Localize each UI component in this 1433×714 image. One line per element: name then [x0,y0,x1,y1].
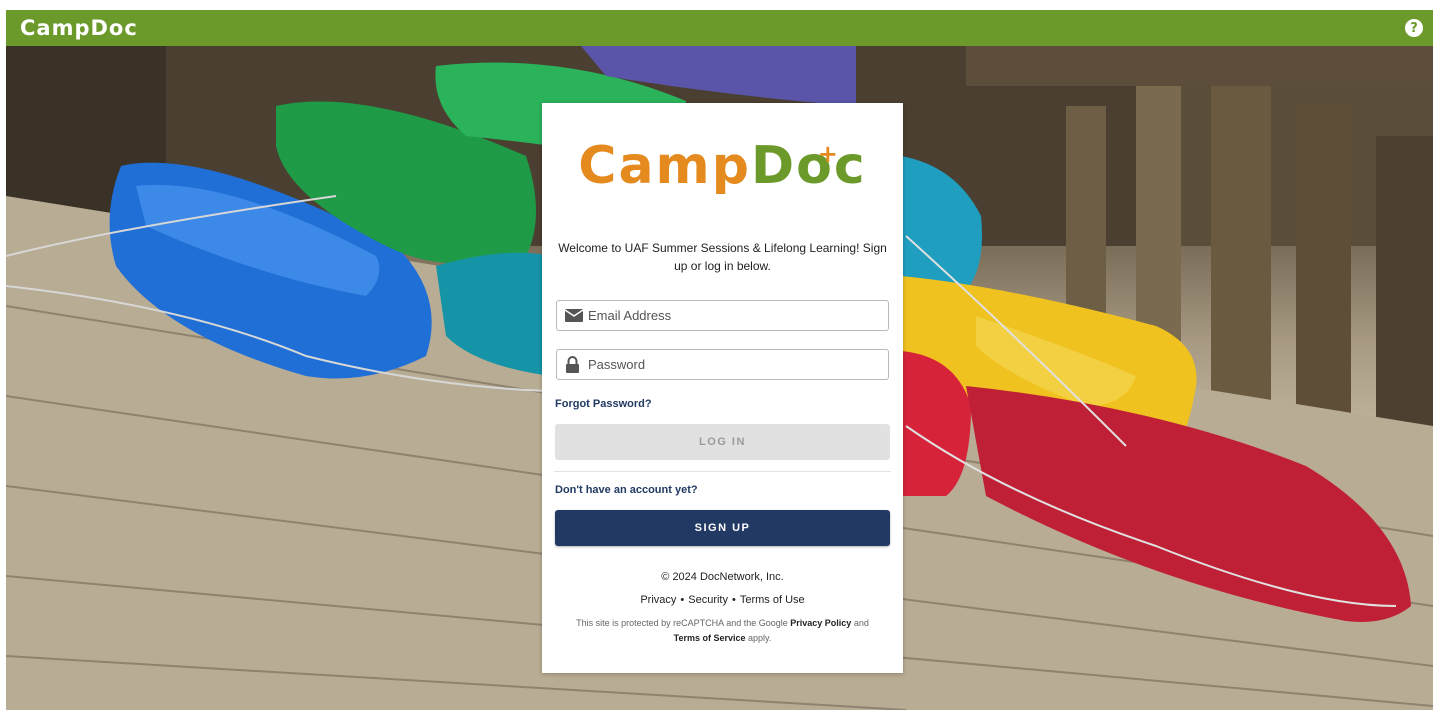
recaptcha-notice: This site is protected by reCAPTCHA and … [576,618,869,643]
no-account-text: Don't have an account yet? [555,484,698,496]
signup-button[interactable]: SIGN UP [555,510,890,546]
footer-links: Privacy • Security • Terms of Use [554,594,891,606]
google-privacy-policy-link[interactable]: Privacy Policy [790,618,851,628]
login-card: Camp Doc Welcome to UAF Summer Sessions … [542,103,903,673]
footer-separator: • [680,594,685,606]
lock-icon [565,356,585,373]
footer-separator: • [732,594,736,606]
email-field[interactable] [556,300,889,331]
forgot-password-link[interactable]: Forgot Password? [555,398,891,410]
google-terms-of-service-link[interactable]: Terms of Service [674,633,746,643]
copyright: © 2024 DocNetwork, Inc. [661,571,784,583]
envelope-icon [565,309,585,322]
email-input[interactable] [585,308,888,323]
security-link[interactable]: Security [688,594,728,606]
welcome-message: Welcome to UAF Summer Sessions & Lifelon… [558,241,887,273]
terms-of-use-link[interactable]: Terms of Use [740,594,805,606]
top-bar: CampDoc ? [6,10,1433,46]
campdoc-logo: Camp Doc [554,121,891,199]
divider [554,471,891,472]
brand-logo[interactable]: CampDoc [20,16,138,40]
help-icon[interactable]: ? [1405,19,1423,37]
password-field[interactable] [556,349,889,380]
logo-camp-text: Camp [578,136,751,196]
password-input[interactable] [585,357,888,372]
login-button[interactable]: LOG IN [555,424,890,460]
privacy-link[interactable]: Privacy [640,594,676,606]
logo-doc-text: Doc [751,121,867,199]
